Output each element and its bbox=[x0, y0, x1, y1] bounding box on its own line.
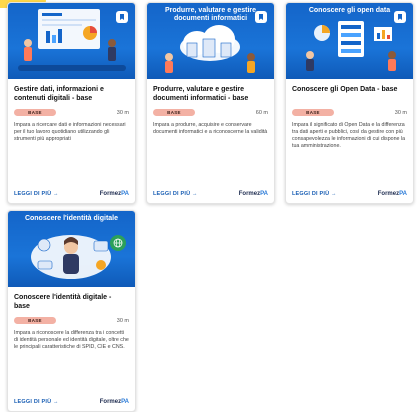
globe-icon bbox=[110, 235, 126, 251]
formezpa-logo: FormezPA bbox=[238, 191, 268, 197]
course-description: Impara a riconoscere la differenza tra i… bbox=[14, 330, 129, 350]
course-card[interactable]: Conoscere l'identità digitale Conoscere … bbox=[7, 210, 136, 412]
banner-title: Conoscere gli open data bbox=[308, 7, 391, 14]
course-description: Impara a ricercare dati e informazioni n… bbox=[14, 122, 126, 142]
course-title: Conoscere l'identità digitale - base bbox=[14, 294, 112, 310]
read-more-link[interactable]: LEGGI DI PIÙ → bbox=[292, 191, 337, 197]
read-more-link[interactable]: LEGGI DI PIÙ → bbox=[14, 399, 59, 405]
course-banner-image: Conoscere l'identità digitale bbox=[8, 211, 135, 287]
level-badge: BASE bbox=[153, 109, 195, 116]
course-card[interactable]: Conoscere gli open data Conoscere gli Op… bbox=[285, 2, 414, 204]
banner-title: Produrre, valutare e gestire documenti i… bbox=[164, 7, 257, 22]
course-card[interactable]: Produrre, valutare e gestire documenti i… bbox=[146, 2, 275, 204]
bookmark-icon[interactable] bbox=[255, 11, 267, 23]
course-title: Gestire dati, informazioni e contenuti d… bbox=[14, 86, 104, 102]
formezpa-logo: FormezPA bbox=[377, 191, 407, 197]
bookmark-icon[interactable] bbox=[116, 11, 128, 23]
course-duration: 30 m bbox=[116, 109, 129, 116]
banner-title: Conoscere l'identità digitale bbox=[24, 215, 119, 222]
course-card[interactable]: Gestire dati, informazioni e contenuti d… bbox=[7, 2, 136, 204]
level-badge: BASE bbox=[292, 109, 334, 116]
course-title: Produrre, valutare e gestire documenti i… bbox=[153, 86, 249, 102]
course-description: Impara a produrre, acquisire e conservar… bbox=[153, 122, 268, 135]
course-banner-image: Conoscere gli open data bbox=[286, 3, 413, 79]
formezpa-logo: FormezPA bbox=[99, 399, 129, 405]
course-duration: 30 m bbox=[394, 109, 407, 116]
course-description: Impara il significato di Open Data e la … bbox=[292, 122, 406, 149]
course-banner-image: Produrre, valutare e gestire documenti i… bbox=[147, 3, 274, 79]
course-duration: 30 m bbox=[116, 317, 129, 324]
bookmark-icon[interactable] bbox=[394, 11, 406, 23]
level-badge: BASE bbox=[14, 109, 56, 116]
read-more-link[interactable]: LEGGI DI PIÙ → bbox=[153, 191, 198, 197]
course-duration: 60 m bbox=[255, 109, 268, 116]
formezpa-logo: FormezPA bbox=[99, 191, 129, 197]
level-badge: BASE bbox=[14, 317, 56, 324]
read-more-link[interactable]: LEGGI DI PIÙ → bbox=[14, 191, 59, 197]
course-title: Conoscere gli Open Data - base bbox=[292, 86, 398, 93]
course-banner-image bbox=[8, 3, 135, 79]
